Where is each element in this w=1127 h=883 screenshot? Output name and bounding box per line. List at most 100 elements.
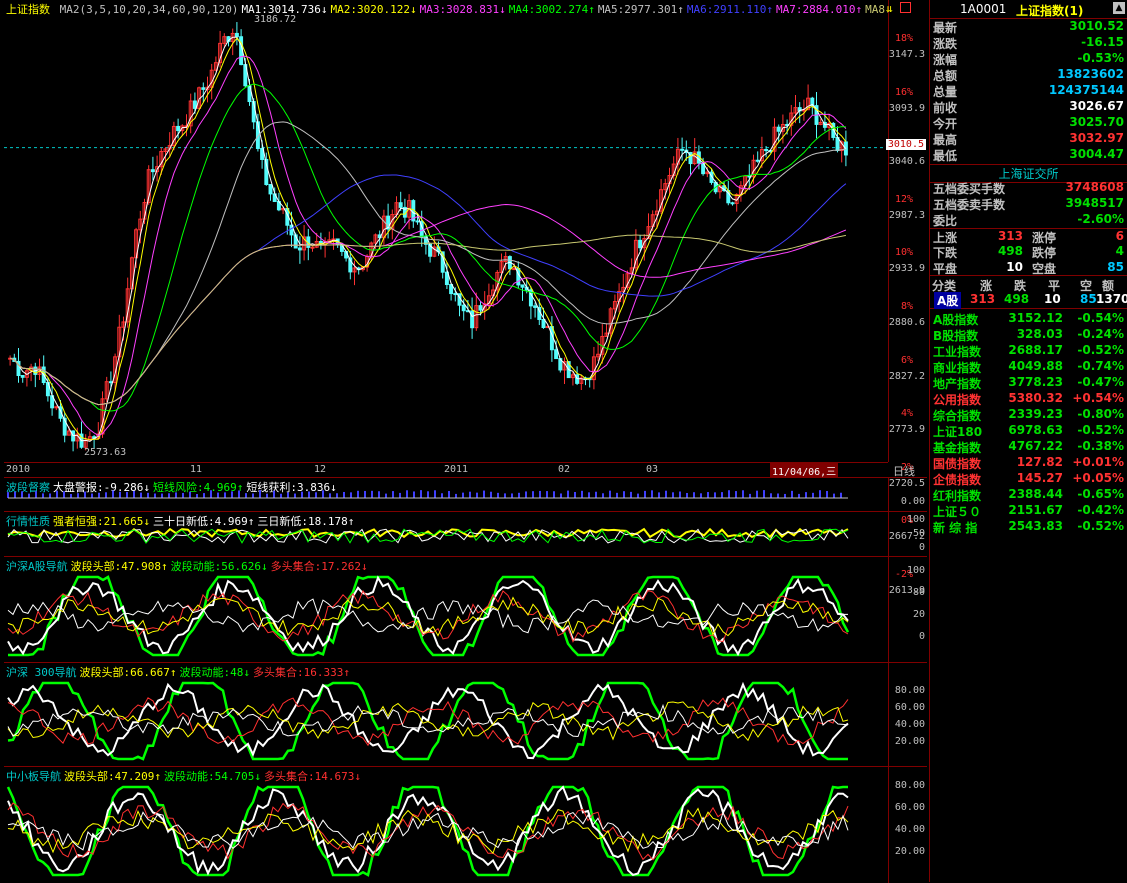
index-price: 3152.12 [1008,311,1063,325]
indicator-1-plot [7,490,848,499]
current-price-tag: 3010.5 [885,139,926,150]
index-row[interactable]: 企债指数 145.27 +0.05% [930,471,1127,487]
moving-average-line [9,55,847,437]
index-row[interactable]: A股指数 3152.12 -0.54% [930,311,1127,327]
indicator-2-pane[interactable]: 行情性质 强者恒强:21.665↓ 三十日新低:4.969↑ 三日新低:18.178↑ [4,511,888,557]
indicator-tick: 80.00 [894,780,925,791]
candle-body [776,126,781,132]
oscillator-line [7,575,849,657]
date-label: 03 [646,464,659,475]
index-row[interactable]: 综合指数 2339.23 -0.80% [930,407,1127,423]
price-tick: 3093.9 [888,102,925,114]
index-name: 工业指数 [933,345,982,359]
index-name: 上证５０ [933,505,982,519]
pct-tick: 10% [894,247,913,259]
oscillator-line [7,785,849,877]
candle-body [554,349,559,360]
quote-label: 涨跌 [933,37,958,51]
quote-row: 最新 3010.52 [930,19,1127,35]
index-change: +0.01% [1072,455,1124,469]
index-name: 商业指数 [933,361,982,375]
index-row[interactable]: 红利指数 2388.44 -0.65% [930,487,1127,503]
index-name: B股指数 [933,329,979,343]
oscillator-line [8,575,850,657]
quote-value: 3026.67 [1069,99,1124,113]
moving-average-line [9,203,847,406]
index-price: 5380.32 [1008,391,1063,405]
index-change: -0.54% [1077,311,1124,325]
candle-body [234,32,239,38]
quote-label: 总量 [933,85,958,99]
index-name: 综合指数 [933,409,982,423]
scroll-up-button[interactable]: ▲ [1113,2,1125,14]
candle-body [638,239,643,249]
quote-label: 最高 [933,133,958,147]
indicator-3-pane[interactable]: 沪深A股导航 波段头部:47.908↑ 波段动能:56.626↓ 多头集合:17.26… [4,556,888,663]
indicator-1-pane[interactable]: 波段督察 大盘警报:-9.286↓ 短线风险:4.969↑ 短线获利:3.836↓ [4,477,888,512]
low-label: 2573.63 [84,447,127,458]
price-axis: 3147.318%3093.916%3040.614%2987.312%2933… [885,0,927,596]
book-value: -2.60% [1077,212,1124,226]
index-price: 2339.23 [1008,407,1063,421]
breadth-row: 平盘 10 空盘 85 [933,260,1124,276]
candle-body [680,148,685,151]
index-name: A股指数 [933,313,979,327]
indicator-tick: 20.00 [894,846,925,857]
index-name: 地产指数 [933,377,982,391]
quote-header: 1A0001 上证指数(1) ▲ [930,0,1127,19]
date-label: 11 [190,464,203,475]
indicator-1-axis: 0.00 [888,477,927,512]
indicator-5-pane[interactable]: 中小板导航 波段头部:47.209↑ 波段动能:54.705↓ 多头集合:14.673… [4,766,888,883]
oscillator-line [6,785,848,877]
index-change: -0.52% [1077,343,1124,357]
pct-tick: 18% [894,33,913,44]
index-row[interactable]: 新 综 指 2543.83 -0.52% [930,519,1127,535]
index-row[interactable]: 公用指数 5380.32 +0.54% [930,391,1127,407]
index-change: -0.24% [1077,327,1124,341]
indicator-4-axis: 80.00 60.00 40.00 20.00 [888,662,927,767]
order-book-row: 委比 -2.60% [930,212,1127,228]
book-label: 五档委买手数 [933,182,1006,196]
category-header: 分类涨跌平空额 [930,275,1127,293]
price-tick: 3147.3 [888,49,925,60]
candle-body [268,183,273,195]
book-value: 3948517 [1065,196,1124,210]
index-price: 4767.22 [1008,439,1063,453]
candle-body [398,202,403,208]
index-row[interactable]: 商业指数 4049.88 -0.74% [930,359,1127,375]
indicator-tick: 0 [918,631,925,642]
indicator-tick: 60.00 [894,802,925,813]
index-row[interactable]: 上证180 6978.63 -0.52% [930,423,1127,439]
candle-body [533,305,538,308]
index-change: -0.52% [1077,423,1124,437]
index-row[interactable]: 地产指数 3778.23 -0.47% [930,375,1127,391]
download-icon[interactable]: ⇊ [886,2,893,15]
quote-row: 涨跌 -16.15 [930,35,1127,51]
candle-body [150,169,155,173]
oscillator-line [7,811,849,851]
indicator-4-pane[interactable]: 沪深 300导航 波段头部:66.667↑ 波段动能:48↓ 多头集合:16.333↑ [4,662,888,767]
index-change: -0.42% [1077,503,1124,517]
restore-icon[interactable] [900,2,911,13]
index-row[interactable]: 基金指数 4767.22 -0.38% [930,439,1127,455]
index-price: 2688.17 [1008,343,1063,357]
category-row-a-share[interactable]: A股 313 498 10 85 1370 [930,292,1127,309]
date-axis: 2010 11 12 2011 02 03 11/04/06,三 [4,462,888,478]
date-label: 2010 [6,464,31,475]
quote-value: 3032.97 [1069,131,1124,145]
main-chart-pane[interactable]: 上证指数 MA2(3,5,10,20,34,60,90,120) MA1:3014… [4,0,888,462]
breadth-row: 下跌 498 跌停 4 [933,244,1124,260]
indicator-tick: 0 [918,542,925,553]
index-row[interactable]: 上证５０ 2151.67 -0.42% [930,503,1127,519]
indicator-4-plot [7,681,849,761]
quote-value: 3004.47 [1069,147,1124,161]
quote-value: 3010.52 [1069,19,1124,33]
index-change: -0.74% [1077,359,1124,373]
candle-body [461,304,466,312]
index-row[interactable]: B股指数 328.03 -0.24% [930,327,1127,343]
candle-body [764,148,769,152]
price-tick: 3040.6 [888,156,925,168]
index-row[interactable]: 国债指数 127.82 +0.01% [930,455,1127,471]
index-row[interactable]: 工业指数 2688.17 -0.52% [930,343,1127,359]
high-label: 3186.72 [254,14,297,25]
